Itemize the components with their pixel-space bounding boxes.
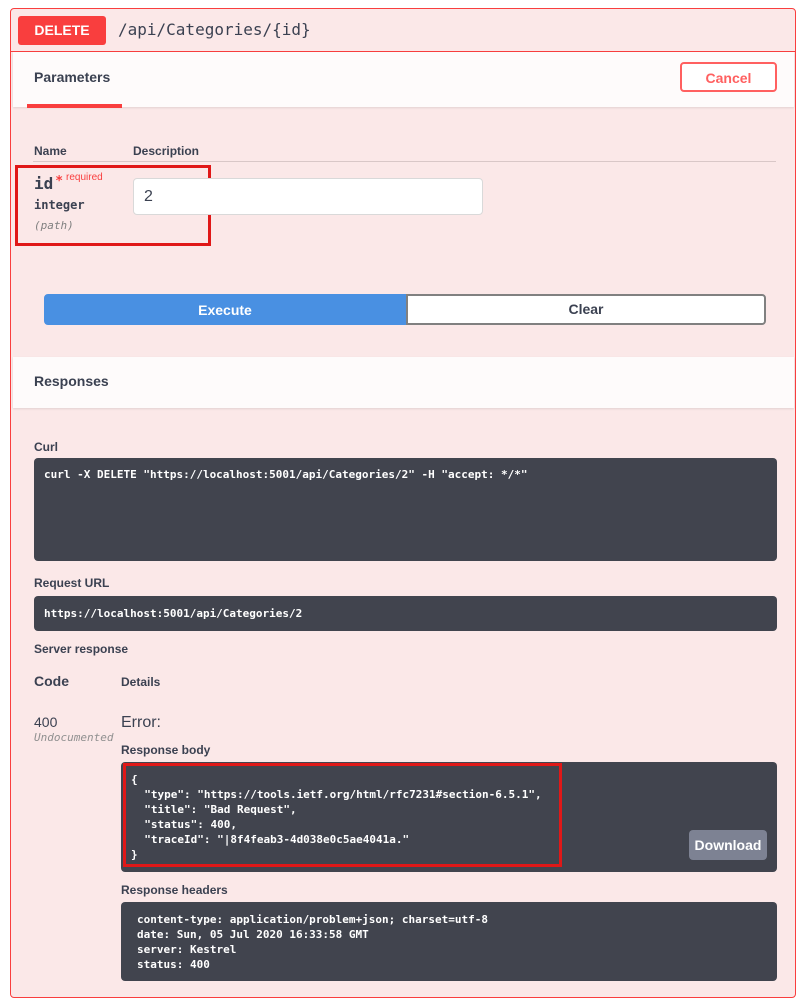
execute-button[interactable]: Execute [44,294,406,325]
response-headers-block[interactable]: content-type: application/problem+json; … [121,902,777,981]
execute-button-group: Execute Clear [44,294,766,325]
id-input[interactable] [133,178,483,215]
tab-parameters[interactable]: Parameters [34,69,110,85]
method-badge: DELETE [18,16,106,45]
error-label: Error: [121,714,161,731]
response-headers-label: Response headers [121,883,228,897]
request-url-block[interactable]: https://localhost:5001/api/Categories/2 [34,596,777,631]
details-column-header: Details [121,675,161,689]
responses-title: Responses [34,373,109,389]
column-header-name: Name [34,144,67,158]
request-url-label: Request URL [34,576,110,590]
curl-code-block[interactable]: curl -X DELETE "https://localhost:5001/a… [34,458,777,561]
undocumented-label: Undocumented [34,731,114,744]
operation-path: /api/Categories/{id} [118,20,311,39]
cancel-button[interactable]: Cancel [680,62,777,92]
column-header-description: Description [133,144,200,158]
operation-summary[interactable]: DELETE /api/Categories/{id} [11,9,795,52]
response-body-highlight-box [123,763,562,867]
download-button[interactable]: Download [689,830,767,860]
curl-label: Curl [34,440,58,454]
parameters-header: Parameters Cancel [13,52,794,108]
response-body-label: Response body [121,743,211,757]
responses-header: Responses [13,357,794,408]
column-divider [33,161,776,162]
tab-active-indicator [27,104,122,108]
server-response-label: Server response [34,642,129,656]
clear-button[interactable]: Clear [406,294,766,325]
response-status-code: 400 [34,714,58,730]
code-column-header: Code [34,673,69,689]
delete-operation-block: DELETE /api/Categories/{id} Parameters C… [10,8,796,998]
